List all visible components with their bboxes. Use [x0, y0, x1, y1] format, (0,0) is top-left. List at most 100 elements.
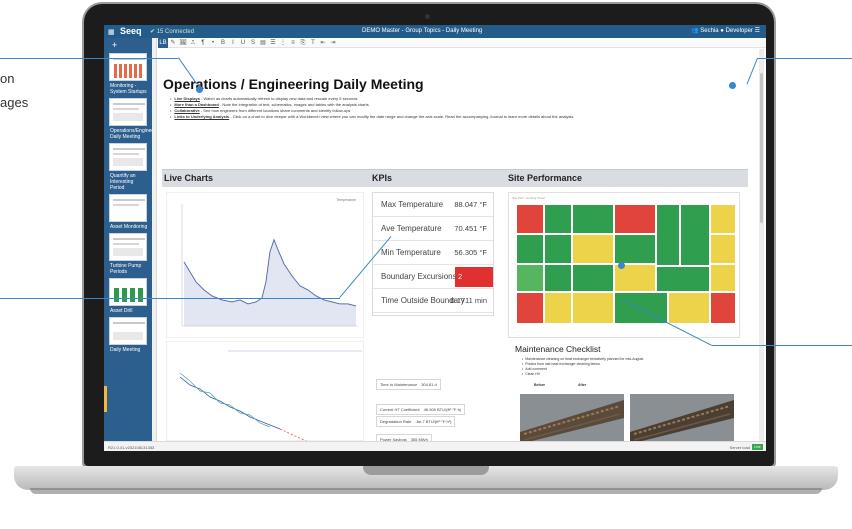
callout-text-2: ages	[0, 95, 29, 110]
toolbar-button[interactable]: 🖼	[178, 38, 188, 48]
toolbar-button[interactable]: ¶	[198, 38, 208, 48]
heatmap-cell[interactable]	[545, 293, 571, 323]
developer-menu[interactable]: Developer	[726, 28, 753, 34]
document-scrollbar[interactable]	[759, 49, 764, 441]
kpi-value: 0.1711 min	[450, 296, 487, 305]
sidebar-item-label[interactable]: Turbine Pump Periods	[110, 263, 148, 275]
worksheet-thumbnail[interactable]	[109, 143, 147, 171]
app-top-bar: ▦ Seeq ✔ 15 Connected DEMO Master - Grou…	[104, 25, 766, 38]
version-text: R21.0.41-v202108131353	[108, 445, 155, 450]
sidebar-item-label[interactable]: Quantify an Interesting Period	[110, 173, 148, 191]
heatmap-cell[interactable]	[711, 205, 735, 233]
heatmap-cell[interactable]	[517, 293, 543, 323]
bullet-link[interactable]: Live Displays	[174, 96, 200, 101]
sidebar-item-label[interactable]: Asset Drill	[110, 308, 148, 314]
app-screen: ▦ Seeq ✔ 15 Connected DEMO Master - Grou…	[104, 25, 766, 451]
bullet-link[interactable]: More than a Dashboard	[174, 102, 218, 107]
sidebar-item-label[interactable]: Daily Meeting	[110, 347, 148, 353]
worksheet-thumbnail-selected[interactable]	[109, 317, 147, 345]
add-worksheet-button[interactable]: +	[112, 40, 152, 50]
heatmap-cell[interactable]	[657, 205, 679, 265]
toolbar-button[interactable]: ✎	[168, 38, 178, 48]
kpi-label: Max Temperature	[381, 200, 444, 209]
heatmap-cell[interactable]	[573, 293, 613, 323]
worksheet-thumbnail[interactable]	[109, 194, 147, 222]
heat-transfer-trend[interactable]	[165, 340, 365, 441]
heatmap-cell[interactable]	[681, 205, 709, 265]
toolbar-button[interactable]: •	[208, 38, 218, 48]
heatmap-cell[interactable]	[517, 235, 543, 263]
toolbar-button[interactable]: ⇤	[318, 38, 328, 48]
callout-line	[0, 298, 340, 299]
heatmap-cell[interactable]	[669, 293, 709, 323]
worksheet-thumbnail[interactable]	[109, 233, 147, 261]
toolbar-button[interactable]: T	[308, 38, 318, 48]
heatmap-cell[interactable]	[545, 205, 571, 233]
heatmap-cell[interactable]	[711, 265, 735, 291]
toolbar-button[interactable]: U	[238, 38, 248, 48]
toolbar-button[interactable]: ▤	[258, 38, 268, 48]
heatmap-caption: Site Perf - Cooling Tower	[512, 196, 546, 200]
person-icon[interactable]: ●	[720, 28, 724, 34]
scrollbar-thumb[interactable]	[760, 73, 763, 223]
heatmap-cell[interactable]	[711, 293, 735, 323]
callout-text-1: on	[0, 71, 15, 86]
live-badge: Live	[752, 444, 763, 450]
journal-document: Operations / Engineering Daily MeetingLi…	[158, 49, 758, 441]
heatmap-cell[interactable]	[711, 235, 735, 263]
users-icon[interactable]: 👥	[691, 28, 698, 34]
before-photo[interactable]	[520, 394, 624, 441]
heatmap-cell[interactable]	[573, 205, 613, 233]
heatmap-cell[interactable]	[615, 205, 655, 233]
toolbar-button[interactable]: S	[248, 38, 258, 48]
toolbar-button[interactable]: ⎍	[188, 38, 198, 48]
kpi-label: Degradation Rate	[380, 419, 412, 424]
worksheet-thumbnail[interactable]	[109, 278, 147, 306]
bullet-text: - Click on a chart to dive deeper with a…	[229, 114, 575, 119]
user-name[interactable]: Sechia	[700, 28, 718, 34]
bullet-list: Live Displays - Watch as charts automati…	[170, 96, 574, 120]
sidebar-splitter[interactable]	[152, 38, 157, 441]
after-label: After	[578, 383, 587, 387]
worksheet-sidebar: + Monitoring - System Startups Operation…	[104, 38, 152, 441]
sidebar-item-label[interactable]: Asset Monitoring	[110, 224, 148, 230]
app-logo[interactable]: Seeq	[120, 26, 142, 36]
sidebar-item-label[interactable]: Operations/Engineering Daily Meeting	[110, 128, 152, 140]
window-title: DEMO Master - Group Topics - Daily Meeti…	[362, 28, 483, 34]
kpi-value: 304.81 d	[421, 382, 437, 387]
hamburger-menu-icon[interactable]: ☰	[755, 28, 760, 34]
bullet-link[interactable]: Collaborative	[174, 108, 199, 113]
heatmap-cell[interactable]	[573, 265, 613, 291]
toolbar-button[interactable]: ☰	[268, 38, 278, 48]
apps-grid-icon[interactable]: ▦	[108, 28, 115, 36]
heatmap-cell[interactable]	[517, 265, 543, 291]
heatmap-cell[interactable]	[517, 205, 543, 233]
maintenance-title: Maintenance Checklist	[515, 344, 601, 354]
heatmap-cell[interactable]	[545, 235, 571, 263]
worksheet-thumbnail[interactable]	[109, 98, 147, 126]
kpi-value: -6e-7 BTU/(ft²·°F·h²)	[415, 419, 452, 424]
toolbar-button[interactable]: LB	[158, 38, 168, 48]
kpi-label: Boundary Excursions	[381, 272, 457, 281]
sidebar-item-label[interactable]: Monitoring - System Startups	[110, 83, 148, 95]
kpi-row: Boundary Excursions 2	[373, 265, 493, 289]
heatmap-cell[interactable]	[573, 235, 613, 263]
kpi-table[interactable]: Max Temperature 88.047 °F Ave Temperature 7…	[372, 192, 494, 316]
section-header-band	[162, 169, 748, 187]
heatmap-cell[interactable]	[545, 265, 571, 291]
toolbar-button[interactable]: ⎘	[298, 38, 308, 48]
trend-chart[interactable]: Temperature	[165, 191, 365, 339]
toolbar-button[interactable]: B	[218, 38, 228, 48]
kpi-row: Min Temperature 56.305 °F	[373, 241, 493, 265]
camera-icon	[425, 14, 430, 19]
heatmap-cell[interactable]	[657, 267, 709, 291]
bullet-link[interactable]: Links to Underlying Analysis	[174, 114, 229, 119]
maintenance-kpi: Current HT Coefficient 46.909 BTU/(ft²·°F…	[376, 404, 466, 415]
toolbar-button[interactable]: ⇥	[328, 38, 338, 48]
heatmap-cell[interactable]	[615, 235, 655, 263]
toolbar-button[interactable]: ⋮	[278, 38, 288, 48]
callout-line	[0, 58, 178, 59]
toolbar-button[interactable]: I	[228, 38, 238, 48]
after-photo[interactable]	[630, 394, 734, 441]
toolbar-button[interactable]: ≡	[288, 38, 298, 48]
